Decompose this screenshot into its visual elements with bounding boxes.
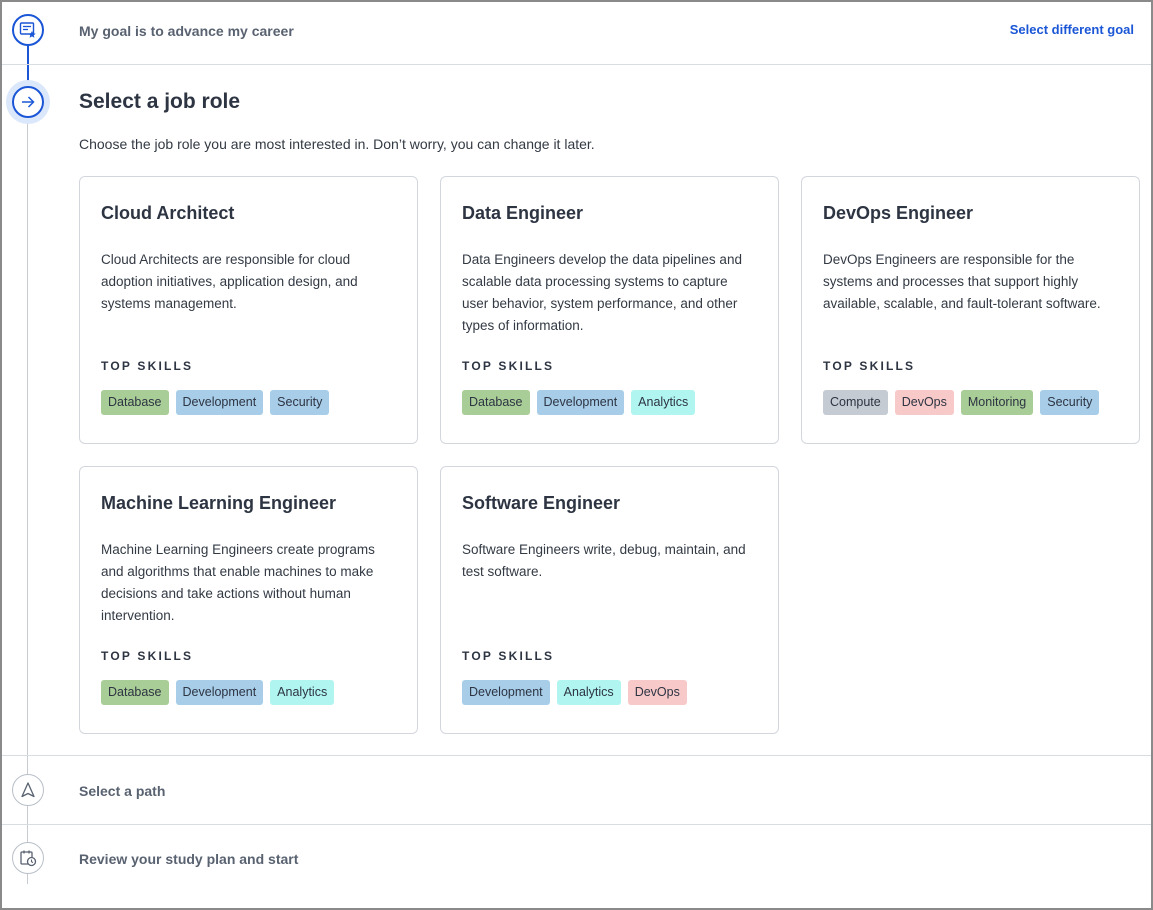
divider [2,755,1151,756]
skill-tag-security: Security [270,390,330,415]
select-different-goal-link[interactable]: Select different goal [1010,22,1134,37]
path-step-title: Select a path [79,783,166,799]
role-description: DevOps Engineers are responsible for the… [823,252,1101,311]
arrow-right-icon [12,86,44,118]
skill-tag-database: Database [462,390,530,415]
role-description: Data Engineers develop the data pipeline… [462,252,742,333]
timeline-line [27,44,28,884]
skill-tag-development: Development [175,390,264,415]
skill-tag-security: Security [1040,390,1100,415]
role-card-cloud-architect[interactable]: Cloud Architect Cloud Architects are res… [79,176,418,444]
divider [2,64,1151,65]
top-skills-label: TOP SKILLS [462,649,555,663]
role-title: Cloud Architect [101,203,235,223]
skill-tag-development: Development [175,680,264,705]
job-role-step-description: Choose the job role you are most interes… [79,136,595,152]
skill-tags: Development Analytics DevOps [462,680,687,705]
skill-tag-analytics: Analytics [270,680,335,705]
skill-tag-analytics: Analytics [556,680,621,705]
role-card-devops-engineer[interactable]: DevOps Engineer DevOps Engineers are res… [801,176,1140,444]
role-title: Software Engineer [462,493,621,513]
skill-tag-analytics: Analytics [631,390,696,415]
role-title: Data Engineer [462,203,584,223]
divider [2,824,1151,825]
skill-tag-database: Database [101,680,169,705]
skill-tag-development: Development [462,680,550,705]
role-title: DevOps Engineer [823,203,974,223]
top-skills-label: TOP SKILLS [462,359,555,373]
skill-tag-compute: Compute [823,390,888,415]
role-description: Machine Learning Engineers create progra… [101,542,375,623]
skill-tag-monitoring: Monitoring [960,390,1034,415]
skill-tag-devops: DevOps [627,680,687,705]
skill-tags: Compute DevOps Monitoring Security [823,390,1100,415]
certificate-star-icon [12,14,44,46]
skill-tag-development: Development [536,390,625,415]
top-skills-label: TOP SKILLS [101,359,194,373]
calendar-clock-icon [12,842,44,874]
top-skills-label: TOP SKILLS [823,359,916,373]
goal-step-title: My goal is to advance my career [79,23,294,39]
role-card-software-engineer[interactable]: Software Engineer Software Engineers wri… [440,466,779,734]
role-description: Software Engineers write, debug, maintai… [462,542,746,579]
skill-tag-database: Database [101,390,169,415]
role-card-data-engineer[interactable]: Data Engineer Data Engineers develop the… [440,176,779,444]
skill-tags: Database Development Analytics [101,680,335,705]
role-title: Machine Learning Engineer [101,493,337,513]
skill-tags: Database Development Analytics [462,390,696,415]
top-skills-label: TOP SKILLS [101,649,194,663]
role-description: Cloud Architects are responsible for clo… [101,252,358,311]
role-card-machine-learning-engineer[interactable]: Machine Learning Engineer Machine Learni… [79,466,418,734]
skill-tag-devops: DevOps [894,390,954,415]
navigation-arrow-icon [12,774,44,806]
skill-tags: Database Development Security [101,390,330,415]
job-role-step-title: Select a job role [79,90,241,113]
review-step-title: Review your study plan and start [79,851,299,867]
